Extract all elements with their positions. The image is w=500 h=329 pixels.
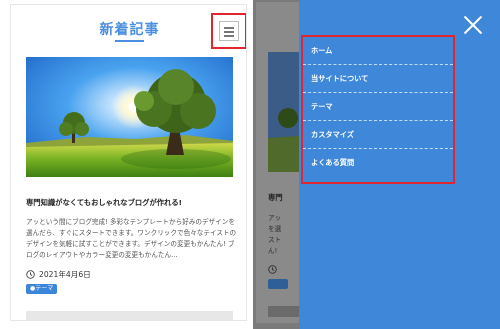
dimmed-thumbnail — [268, 52, 299, 172]
hamburger-menu-button[interactable] — [211, 13, 246, 49]
hamburger-icon — [219, 21, 239, 41]
article-date-row: 2021年4月6日 — [26, 268, 91, 280]
menu-item-customize[interactable]: カスタマイズ — [303, 121, 453, 149]
next-card-edge — [26, 311, 233, 320]
clock-icon — [26, 269, 35, 279]
close-icon[interactable] — [462, 14, 484, 36]
menu-item-faq[interactable]: よくある質問 — [303, 149, 453, 177]
right-menu-open-view: 専門 アッ を選 スト ん! ホーム 当サイトについて テーマ カスタマイズ よ… — [253, 0, 500, 329]
category-tag[interactable]: ●テーマ — [26, 284, 58, 294]
nav-drawer: ホーム 当サイトについて テーマ カスタマイズ よくある質問 — [299, 0, 500, 329]
menu-item-theme[interactable]: テーマ — [303, 93, 453, 121]
dimmed-strip — [268, 306, 299, 317]
article-excerpt: アッという間にブログ完成! 多彩なテンプレートから好みのデザインを選んだら、すぐ… — [26, 218, 237, 259]
menu-item-about[interactable]: 当サイトについて — [303, 65, 453, 93]
nav-menu: ホーム 当サイトについて テーマ カスタマイズ よくある質問 — [301, 35, 455, 184]
menu-item-home[interactable]: ホーム — [303, 37, 453, 65]
article-title[interactable]: 専門知識がなくてもおしゃれなブログが作れる! — [26, 198, 236, 208]
left-article-panel: 新着記事 専門知識がなくてもおしゃれなブログが作れる! アッという間にブログ完成… — [10, 4, 247, 321]
article-thumbnail[interactable] — [26, 57, 233, 177]
dimmed-clock-icon — [268, 265, 277, 274]
article-date: 2021年4月6日 — [39, 269, 91, 279]
dimmed-tag — [268, 279, 288, 289]
